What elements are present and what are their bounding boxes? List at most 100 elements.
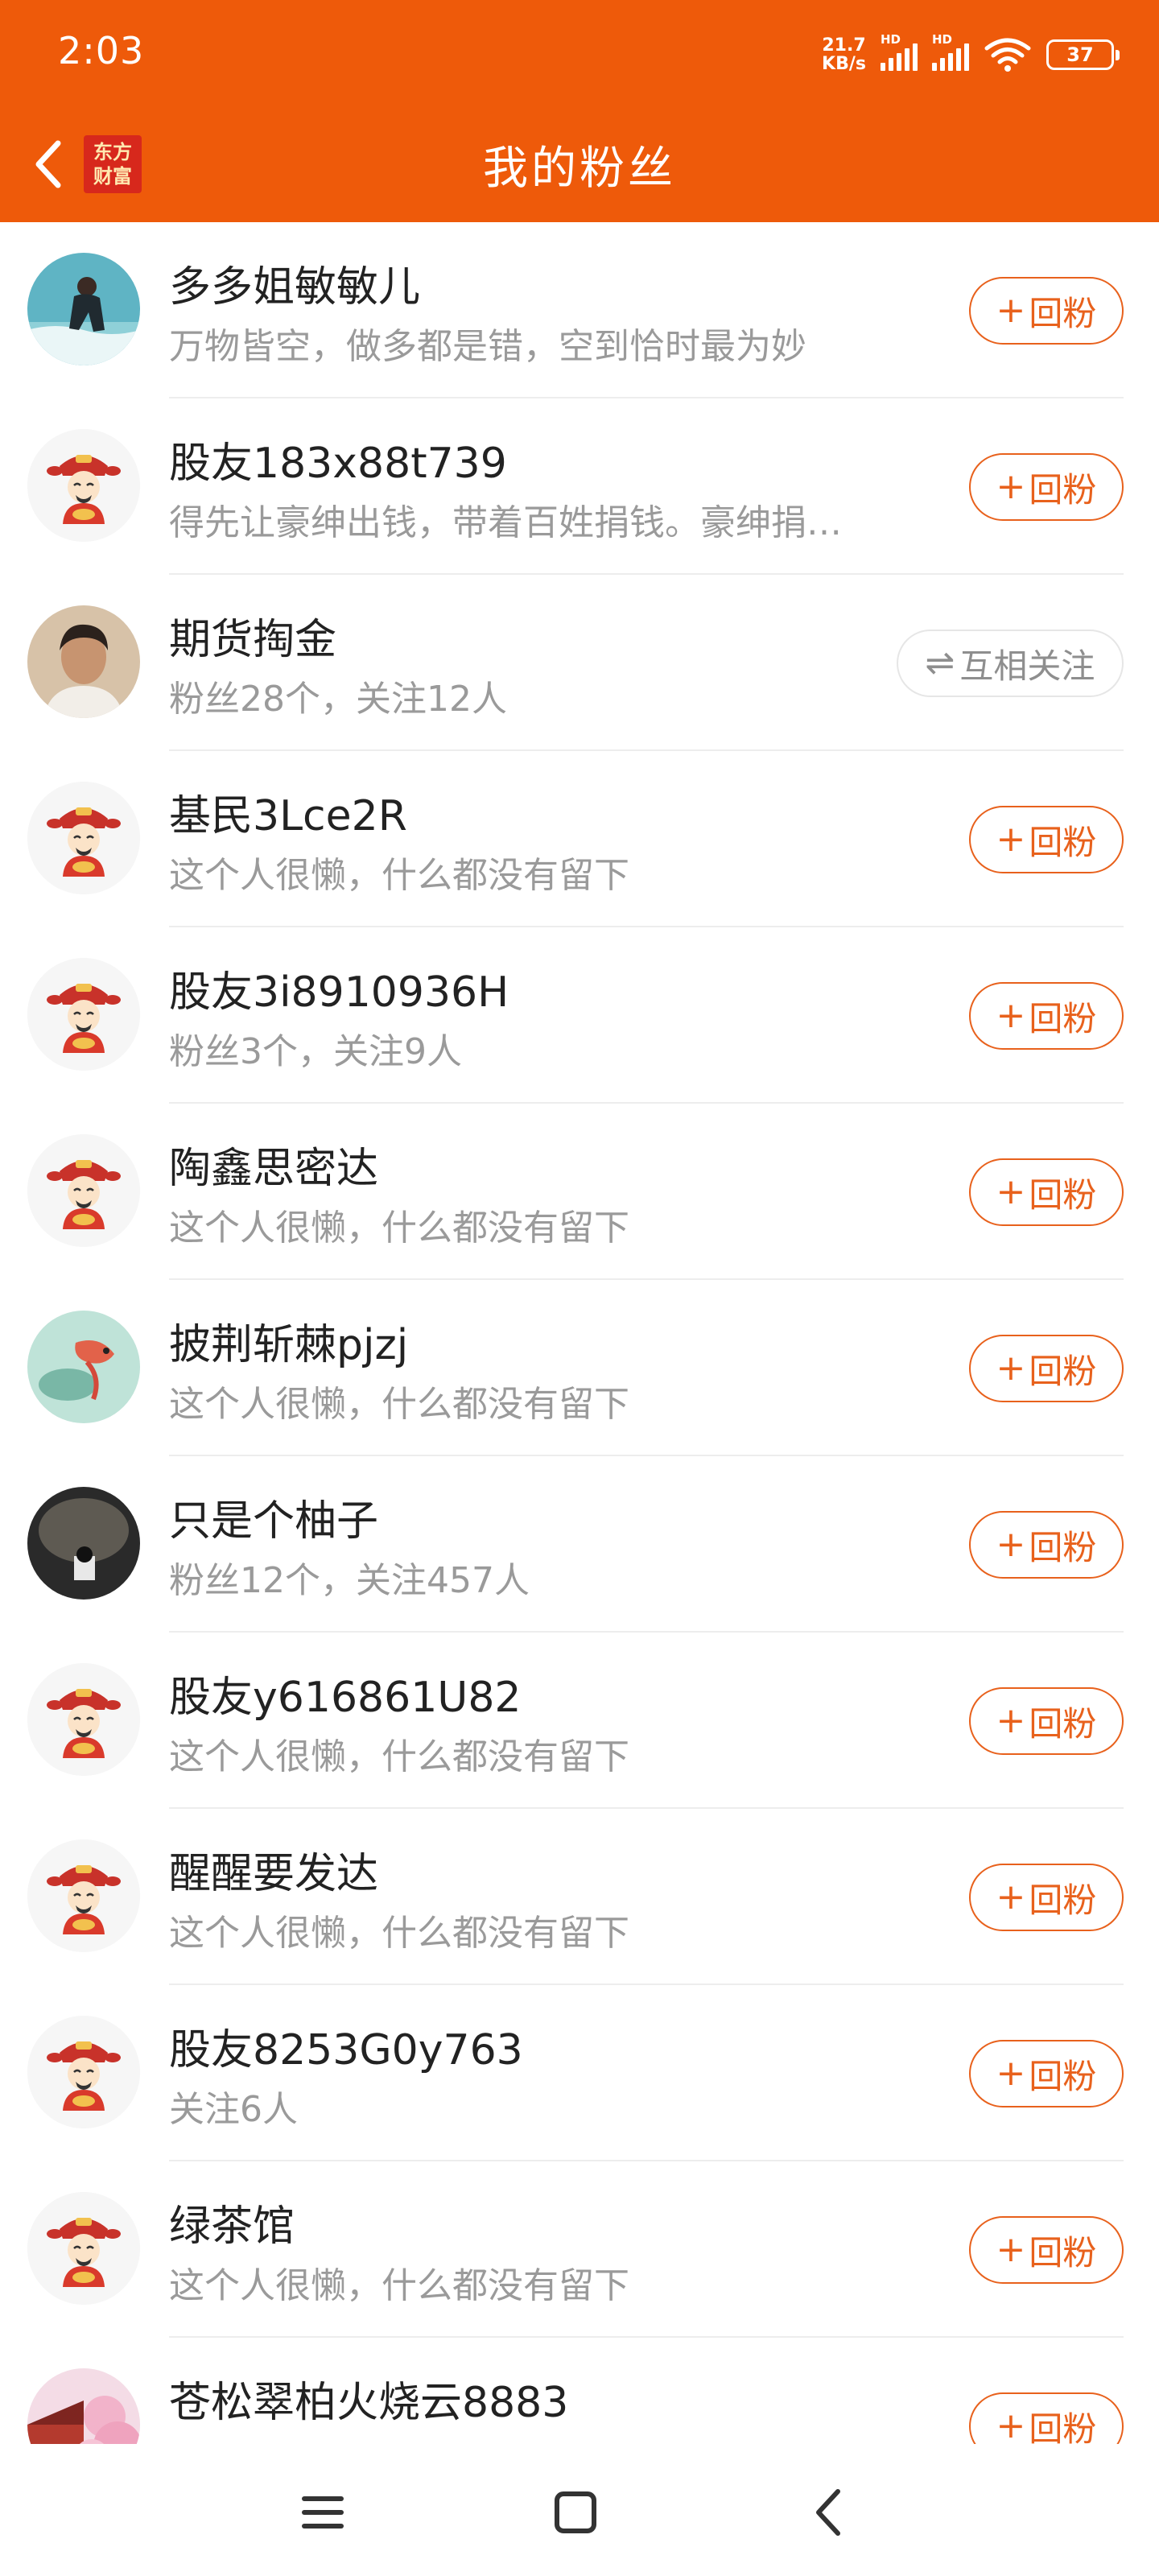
avatar[interactable] [27, 605, 140, 718]
avatar[interactable] [27, 1663, 140, 1776]
avatar[interactable] [27, 1311, 140, 1423]
avatar[interactable] [27, 958, 140, 1071]
battery-level: 37 [1066, 43, 1094, 66]
fan-row[interactable]: 期货掏金 粉丝28个，关注12人 ⇌ 互相关注 [0, 575, 1159, 751]
follow-back-button[interactable]: + 回粉 [969, 982, 1124, 1050]
follow-back-button[interactable]: + 回粉 [969, 1687, 1124, 1755]
fan-row[interactable]: 股友3i8910936H 粉丝3个，关注9人 + 回粉 [0, 927, 1159, 1104]
fan-row[interactable]: 醒醒要发达 这个人很懒，什么都没有留下 + 回粉 [0, 1809, 1159, 1985]
action-label: 回粉 [1029, 2056, 1097, 2096]
fan-name: 醒醒要发达 [169, 1850, 379, 1898]
action-label: 回粉 [1029, 1703, 1097, 1744]
avatar[interactable] [27, 782, 140, 894]
plus-icon: + [996, 290, 1026, 331]
follow-back-button[interactable]: + 回粉 [969, 1158, 1124, 1226]
battery-icon: 37 [1046, 39, 1120, 70]
plus-icon: + [996, 995, 1026, 1036]
fan-name: 只是个柚子 [169, 1497, 379, 1546]
follow-back-button[interactable]: + 回粉 [969, 2392, 1124, 2444]
action-label: 回粉 [1029, 998, 1097, 1038]
follow-back-button[interactable]: + 回粉 [969, 1511, 1124, 1579]
mutual-follow-button[interactable]: ⇌ 互相关注 [897, 630, 1124, 697]
fan-name: 多多姐敏敏儿 [169, 263, 421, 312]
plus-icon: + [996, 1876, 1026, 1918]
fan-row[interactable]: 基民3Lce2R 这个人很懒，什么都没有留下 + 回粉 [0, 751, 1159, 927]
page-title: 我的粉丝 [483, 142, 676, 195]
sys-menu-button[interactable] [287, 2476, 359, 2549]
fan-description: 粉丝12个，关注457人 [169, 1560, 530, 1601]
status-time: 2:03 [58, 29, 145, 72]
fan-description: 万物皆空，做多都是错，空到恰时最为妙 [169, 326, 806, 367]
fan-row[interactable]: 陶鑫思密达 这个人很懒，什么都没有留下 + 回粉 [0, 1104, 1159, 1280]
signal-icon: HD [932, 32, 969, 71]
back-triangle-icon [816, 2489, 840, 2536]
action-label: 回粉 [1029, 2232, 1097, 2273]
plus-icon: + [996, 1171, 1026, 1212]
action-label: 回粉 [1029, 293, 1097, 333]
avatar[interactable] [27, 1487, 140, 1600]
avatar[interactable] [27, 1134, 140, 1247]
logo-line-2: 财富 [93, 165, 132, 188]
action-label: 回粉 [1029, 2409, 1097, 2445]
fan-row[interactable]: 多多姐敏敏儿万物皆空，做多都是错，空到恰时最为妙 + 回粉 [0, 222, 1159, 398]
fan-description: 关注6人 [169, 2089, 298, 2130]
plus-icon: + [996, 466, 1026, 507]
follow-back-button[interactable]: + 回粉 [969, 1335, 1124, 1402]
action-label: 回粉 [1029, 1880, 1097, 1920]
chevron-left-icon [35, 140, 61, 188]
status-bar: 2:03 21.7 KB/s HD HD 37 [0, 0, 1159, 106]
app-logo[interactable]: 东方 财富 [84, 135, 142, 193]
follow-back-button[interactable]: + 回粉 [969, 806, 1124, 873]
plus-icon: + [996, 819, 1026, 860]
action-label: 回粉 [1029, 822, 1097, 862]
home-square-icon [555, 2491, 596, 2533]
sys-home-button[interactable] [539, 2476, 612, 2549]
fan-row[interactable]: 股友8253G0y763 关注6人 + 回粉 [0, 1985, 1159, 2161]
network-speed: 21.7 KB/s [822, 36, 866, 73]
app-root: 2:03 21.7 KB/s HD HD 37 我的粉丝 东方 财富 多多姐敏敏… [0, 0, 1159, 2576]
avatar[interactable] [27, 2368, 140, 2444]
status-icons: 21.7 KB/s HD HD 37 [822, 31, 1120, 79]
fan-description: 得先让豪绅出钱，带着百姓捐钱。豪绅捐… [169, 502, 842, 543]
avatar[interactable] [27, 2016, 140, 2128]
fan-name: 绿茶馆 [169, 2202, 295, 2251]
fan-row[interactable]: 股友y616861U82 这个人很懒，什么都没有留下 + 回粉 [0, 1633, 1159, 1809]
follow-back-button[interactable]: + 回粉 [969, 453, 1124, 521]
hd-label: HD [932, 32, 953, 47]
fan-row[interactable]: 绿茶馆这个人很懒，什么都没有留下 + 回粉 [0, 2161, 1159, 2338]
fan-description: 粉丝3个，关注9人 [169, 1031, 462, 1072]
fan-name: 股友y616861U82 [169, 1674, 522, 1722]
fan-description: 这个人很懒，什么都没有留下 [169, 1384, 629, 1425]
follow-back-button[interactable]: + 回粉 [969, 1864, 1124, 1931]
fan-name: 苍松翠柏火烧云8883 [169, 2379, 569, 2427]
sys-back-button[interactable] [792, 2476, 864, 2549]
header: 2:03 21.7 KB/s HD HD 37 我的粉丝 东方 财富 [0, 0, 1159, 222]
action-label: 回粉 [1029, 1527, 1097, 1567]
action-label: 回粉 [1029, 1174, 1097, 1215]
fan-row[interactable]: 披荆斩棘pjzj 这个人很懒，什么都没有留下 + 回粉 [0, 1280, 1159, 1456]
network-speed-unit: KB/s [822, 54, 866, 74]
fan-row[interactable]: 只是个柚子粉丝12个，关注457人 + 回粉 [0, 1456, 1159, 1633]
plus-icon: + [996, 2229, 1026, 2270]
follow-back-button[interactable]: + 回粉 [969, 2040, 1124, 2107]
fan-description: 这个人很懒，什么都没有留下 [169, 2265, 629, 2306]
fan-list: 多多姐敏敏儿 万物皆空，做多都是错，空到恰时最为妙 + 回粉 股友183x88t739 得… [0, 222, 1159, 2444]
fan-row[interactable]: 苍松翠柏火烧云8883 + 回粉 [0, 2338, 1159, 2444]
avatar[interactable] [27, 429, 140, 542]
fan-description: 粉丝28个，关注12人 [169, 679, 507, 720]
follow-back-button[interactable]: + 回粉 [969, 2216, 1124, 2284]
nav-bar: 我的粉丝 东方 财富 [0, 106, 1159, 222]
follow-back-button[interactable]: + 回粉 [969, 277, 1124, 345]
plus-icon: + [996, 2053, 1026, 2094]
avatar[interactable] [27, 1839, 140, 1952]
fan-row[interactable]: 股友183x88t739 得先让豪绅出钱，带着百姓捐钱。豪绅捐… + 回粉 [0, 398, 1159, 575]
plus-icon: + [996, 1524, 1026, 1565]
avatar[interactable] [27, 253, 140, 365]
fan-description: 这个人很懒，什么都没有留下 [169, 855, 629, 896]
action-label: 回粉 [1029, 469, 1097, 510]
logo-line-1: 东方 [93, 141, 132, 163]
wifi-icon [984, 38, 1031, 72]
back-button[interactable] [16, 130, 80, 198]
avatar[interactable] [27, 2192, 140, 2305]
fan-name: 股友8253G0y763 [169, 2026, 523, 2074]
